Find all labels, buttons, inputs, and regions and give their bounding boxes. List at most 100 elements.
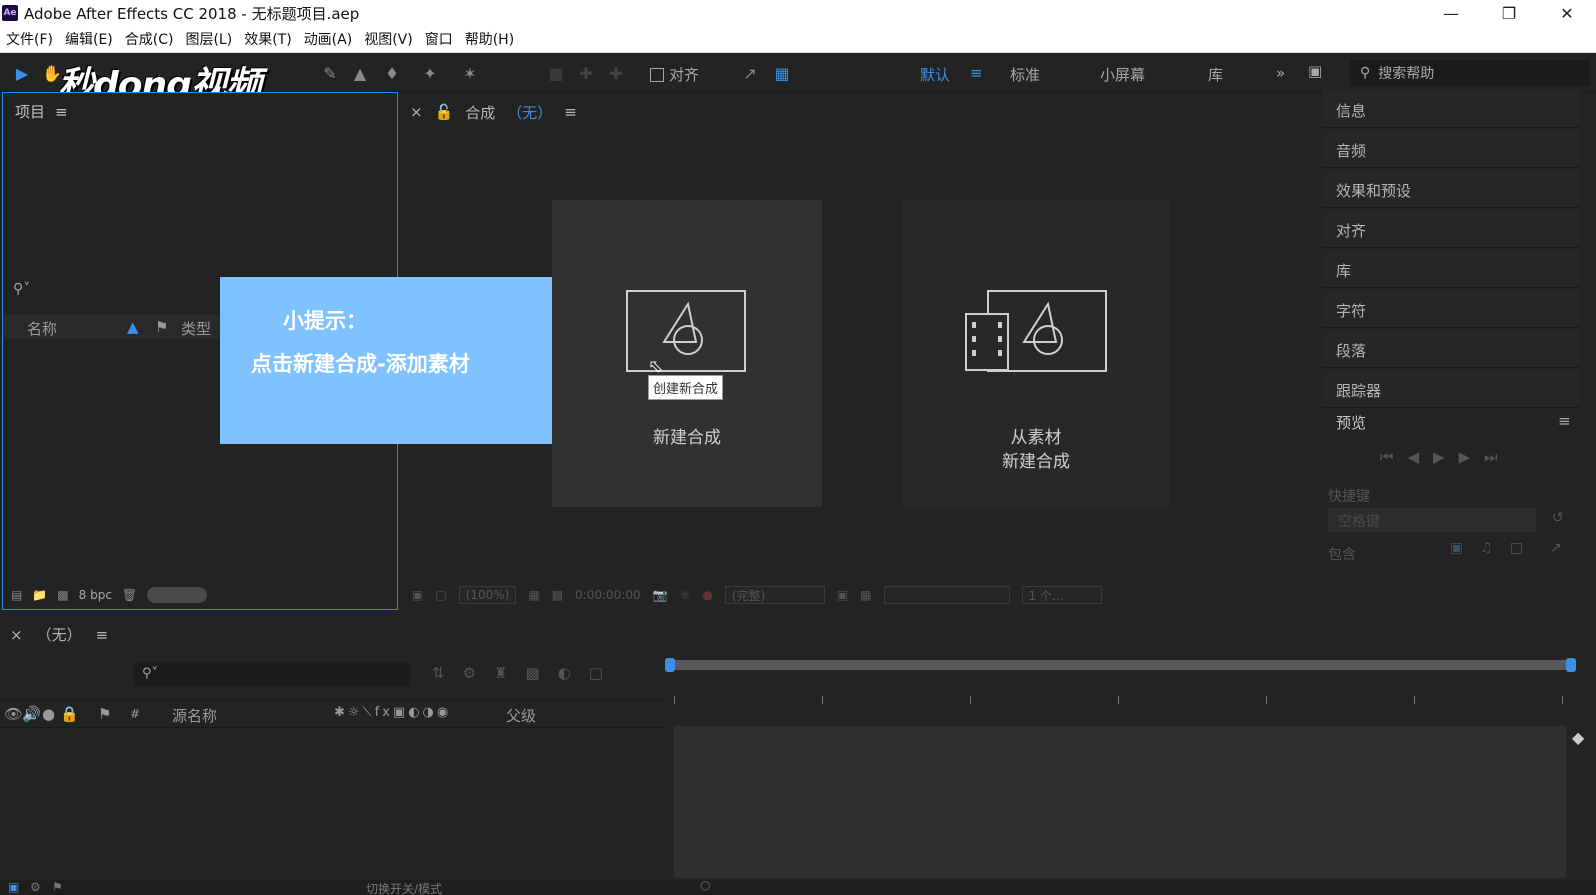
- thumbnail-slider[interactable]: [147, 587, 208, 603]
- menu-animation[interactable]: 动画(A): [298, 29, 359, 49]
- project-search[interactable]: ⚲˅: [13, 281, 213, 303]
- grid-icon[interactable]: ▦: [860, 588, 871, 602]
- export-icon[interactable]: ↗: [1550, 540, 1562, 556]
- panel-audio[interactable]: 音频: [1322, 130, 1580, 168]
- timeline-track-area[interactable]: [674, 726, 1566, 878]
- close-icon[interactable]: ×: [10, 626, 23, 644]
- always-preview-icon[interactable]: ▣: [412, 588, 423, 602]
- camera-select[interactable]: [883, 586, 1010, 604]
- more-workspaces-icon[interactable]: »: [1276, 64, 1285, 82]
- roto-brush-icon[interactable]: ✦: [420, 62, 440, 84]
- menu-edit[interactable]: 编辑(E): [59, 29, 119, 49]
- parent-col[interactable]: 父级: [506, 705, 536, 726]
- resolution-select[interactable]: (完整): [724, 586, 825, 604]
- comp-marker-icon[interactable]: ◆: [1572, 728, 1584, 747]
- menu-file[interactable]: 文件(F): [0, 29, 59, 49]
- zoom-slider-handle[interactable]: ○: [700, 878, 710, 892]
- project-title[interactable]: 项目: [15, 101, 45, 122]
- axis-world-icon[interactable]: ✚: [606, 62, 626, 84]
- zoom-select[interactable]: (100%): [458, 586, 517, 604]
- menu-window[interactable]: 窗口: [419, 29, 459, 49]
- playback-controls[interactable]: ⏮◀▶▶⏭: [1380, 448, 1512, 466]
- workspace-small-screen[interactable]: 小屏幕: [1100, 64, 1145, 85]
- shy-layers-icon[interactable]: ♜: [494, 664, 507, 682]
- align-checkbox[interactable]: [650, 67, 664, 82]
- axis-local-icon[interactable]: ✚: [576, 62, 596, 84]
- monitor-icon[interactable]: ▢: [435, 588, 446, 602]
- transparency-icon[interactable]: ▩: [552, 588, 563, 602]
- panel-align[interactable]: 对齐: [1322, 210, 1580, 248]
- new-comp-icon[interactable]: ▩: [57, 588, 68, 602]
- frame-blend-icon[interactable]: ▩: [525, 664, 539, 682]
- menu-help[interactable]: 帮助(H): [459, 29, 520, 49]
- panel-menu-icon[interactable]: ≡: [1558, 412, 1571, 430]
- source-name-col[interactable]: 源名称: [172, 705, 217, 726]
- video-switch-icon[interactable]: 👁: [4, 705, 23, 723]
- close-icon[interactable]: ✕: [1538, 0, 1596, 26]
- include-overlay-icon[interactable]: □: [1510, 540, 1523, 556]
- selection-tool-icon[interactable]: ▶: [12, 62, 32, 84]
- panel-menu-icon[interactable]: ≡: [96, 626, 109, 644]
- lock-switch-icon[interactable]: 🔒: [60, 705, 79, 723]
- eraser-tool-icon[interactable]: ♦: [382, 62, 402, 84]
- in-out-icon[interactable]: ⚑: [52, 880, 63, 894]
- show-snapshot-icon[interactable]: ☼: [680, 588, 691, 602]
- graph-editor-icon[interactable]: □: [589, 664, 603, 682]
- menu-composition[interactable]: 合成(C): [119, 29, 180, 49]
- work-area-bar[interactable]: [670, 660, 1572, 670]
- new-composition-card[interactable]: 新建合成: [552, 200, 822, 507]
- lock-icon[interactable]: 🔓: [435, 103, 454, 121]
- bit-depth-button[interactable]: 8 bpc: [79, 588, 112, 602]
- sort-ascending-icon[interactable]: ▲: [127, 318, 139, 336]
- minimize-icon[interactable]: —: [1422, 0, 1480, 26]
- new-folder-icon[interactable]: 📁: [32, 588, 47, 602]
- timeline-title[interactable]: （无）: [37, 624, 82, 645]
- restore-icon[interactable]: ❐: [1480, 0, 1538, 26]
- panel-menu-icon[interactable]: ≡: [55, 103, 68, 121]
- include-audio-icon[interactable]: ♫: [1480, 540, 1493, 556]
- menu-view[interactable]: 视图(V): [358, 29, 419, 49]
- panel-libraries[interactable]: 库: [1322, 250, 1580, 288]
- panel-info[interactable]: 信息: [1322, 90, 1580, 128]
- workspace-libraries[interactable]: 库: [1208, 64, 1223, 85]
- workspace-layout-icon[interactable]: ▣: [1308, 62, 1322, 80]
- timeline-search[interactable]: ⚲˅: [134, 662, 410, 686]
- align-toggle[interactable]: 对齐: [650, 64, 699, 85]
- layer-switches-toggle-icon[interactable]: ▣: [8, 880, 19, 894]
- brush-tool-icon[interactable]: ✎: [320, 62, 340, 84]
- solo-switch-icon[interactable]: ●: [42, 705, 55, 723]
- preview-title[interactable]: 预览: [1336, 412, 1366, 433]
- snap-icon[interactable]: ■: [546, 62, 566, 84]
- menu-layer[interactable]: 图层(L): [179, 29, 238, 49]
- label-tag-icon[interactable]: ⚑: [155, 318, 168, 336]
- snap-grid-icon[interactable]: ▦: [772, 62, 792, 84]
- shortcut-select[interactable]: 空格键: [1328, 508, 1536, 532]
- reset-icon[interactable]: ↺: [1552, 510, 1564, 526]
- interpret-footage-icon[interactable]: ▤: [11, 588, 22, 602]
- toggle-switches-modes[interactable]: 切换开关/模式: [366, 880, 442, 895]
- color-channel-icon[interactable]: ●: [702, 588, 712, 602]
- transfer-controls-icon[interactable]: ⚙: [30, 880, 41, 894]
- panel-menu-icon[interactable]: ≡: [564, 103, 577, 121]
- work-area-start-handle[interactable]: [665, 658, 675, 672]
- panel-character[interactable]: 字符: [1322, 290, 1580, 328]
- views-select[interactable]: 1 个...: [1021, 586, 1102, 604]
- snapping-icon[interactable]: ↗: [740, 62, 760, 84]
- column-name[interactable]: 名称: [27, 318, 57, 339]
- roi-icon[interactable]: ▣: [837, 588, 848, 602]
- panel-effects-presets[interactable]: 效果和预设: [1322, 170, 1580, 208]
- motion-blur-icon[interactable]: ◐: [558, 664, 571, 682]
- panel-paragraph[interactable]: 段落: [1322, 330, 1580, 368]
- work-area-end-handle[interactable]: [1566, 658, 1576, 672]
- comp-flowchart-icon[interactable]: ⇅: [432, 664, 445, 682]
- workspace-standard[interactable]: 标准: [1010, 64, 1040, 85]
- label-tag-icon[interactable]: ⚑: [98, 705, 111, 723]
- close-icon[interactable]: ×: [410, 103, 423, 121]
- clone-stamp-icon[interactable]: ▲: [350, 62, 370, 84]
- workspace-default[interactable]: 默认: [920, 64, 950, 85]
- trash-icon[interactable]: 🗑: [122, 588, 137, 602]
- snapshot-icon[interactable]: 📷: [653, 588, 668, 602]
- panel-tracker[interactable]: 跟踪器: [1322, 370, 1580, 408]
- menu-effect[interactable]: 效果(T): [238, 29, 297, 49]
- include-video-icon[interactable]: ▣: [1450, 540, 1463, 556]
